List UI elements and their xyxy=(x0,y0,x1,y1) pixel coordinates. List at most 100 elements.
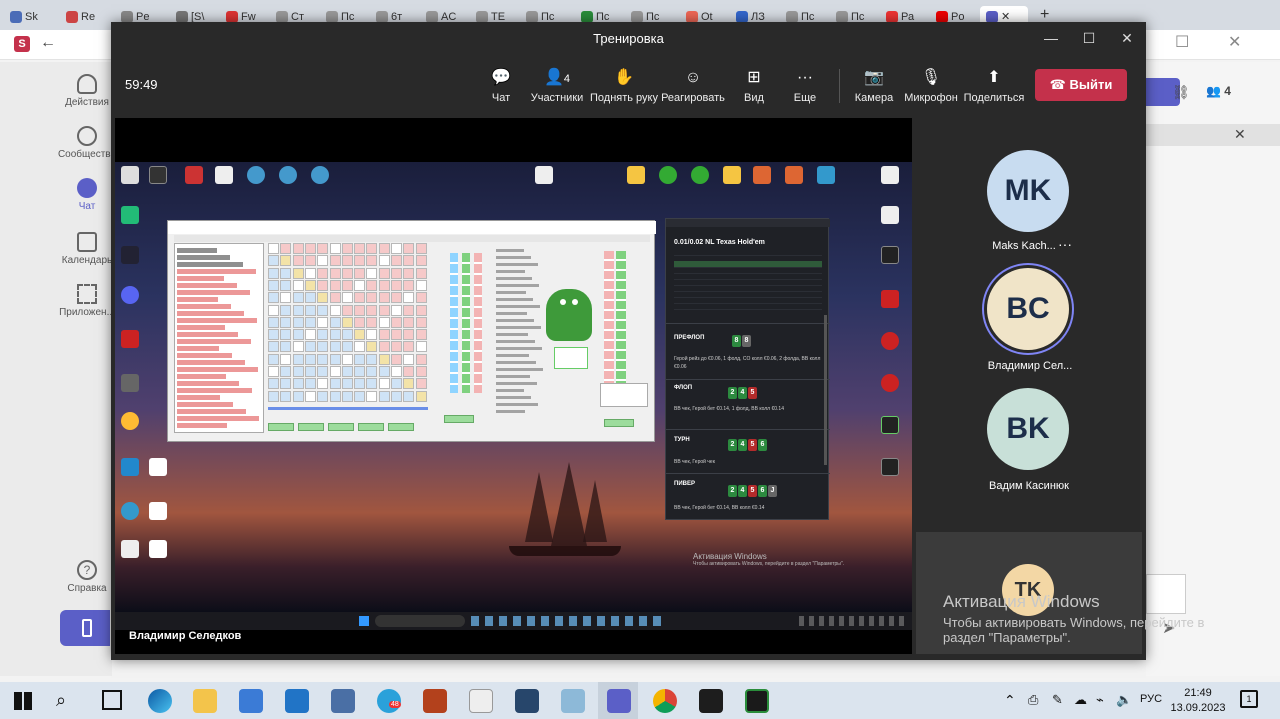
range-cell[interactable] xyxy=(317,292,329,304)
raise-hand-button[interactable]: ✋ Поднять руку xyxy=(589,67,659,104)
range-cell[interactable] xyxy=(391,279,402,291)
range-cell[interactable] xyxy=(366,316,378,328)
range-cell[interactable] xyxy=(415,267,427,279)
rail-item-activity[interactable]: Действия xyxy=(56,74,118,108)
range-cell[interactable] xyxy=(403,267,415,279)
range-cell[interactable] xyxy=(280,316,292,328)
system-clock[interactable]: 21:49 13.09.2023 xyxy=(1168,686,1228,716)
mobile-download-button[interactable] xyxy=(60,610,110,646)
range-cell[interactable] xyxy=(304,353,316,365)
range-cell[interactable] xyxy=(391,378,402,390)
range-cell[interactable] xyxy=(304,267,316,279)
range-cell[interactable] xyxy=(378,255,390,267)
range-cell[interactable] xyxy=(354,292,366,304)
range-cell[interactable] xyxy=(354,390,366,402)
range-cell[interactable] xyxy=(280,279,292,291)
range-cell[interactable] xyxy=(280,243,292,254)
range-cell[interactable] xyxy=(403,390,415,402)
winrar-icon[interactable] xyxy=(423,689,447,713)
range-cell[interactable] xyxy=(391,304,402,316)
range-cell[interactable] xyxy=(366,341,378,353)
range-cell[interactable] xyxy=(304,390,316,402)
range-cell[interactable] xyxy=(378,353,390,365)
range-cell[interactable] xyxy=(403,316,415,328)
range-cell[interactable] xyxy=(415,366,427,377)
language-indicator[interactable]: РУС xyxy=(1140,693,1162,705)
range-cell[interactable] xyxy=(391,255,402,267)
range-cell[interactable] xyxy=(317,255,329,267)
range-cell[interactable] xyxy=(292,255,304,267)
range-cell[interactable] xyxy=(329,255,341,267)
range-cell[interactable] xyxy=(317,366,329,377)
range-cell[interactable] xyxy=(415,304,427,316)
range-cell[interactable] xyxy=(304,378,316,390)
range-cell[interactable] xyxy=(366,255,378,267)
range-cell[interactable] xyxy=(341,341,353,353)
browser-tab[interactable]: Re xyxy=(60,6,106,28)
board-card-grid[interactable] xyxy=(432,243,486,403)
network-icon[interactable]: ⌁ xyxy=(1096,692,1104,708)
range-cell[interactable] xyxy=(268,255,279,267)
range-cell[interactable] xyxy=(378,304,390,316)
range-cell[interactable] xyxy=(329,304,341,316)
more-button[interactable]: ··· Еще xyxy=(773,67,837,104)
range-cell[interactable] xyxy=(268,329,279,341)
range-cell[interactable] xyxy=(268,243,279,254)
range-cell[interactable] xyxy=(415,390,427,402)
range-cell[interactable] xyxy=(403,341,415,353)
camera-button[interactable]: 📷 Камера xyxy=(842,67,906,104)
range-cell[interactable] xyxy=(354,341,366,353)
range-cell[interactable] xyxy=(391,341,402,353)
range-cell[interactable] xyxy=(391,353,402,365)
range-cell[interactable] xyxy=(292,341,304,353)
range-cell[interactable] xyxy=(378,341,390,353)
range-cell[interactable] xyxy=(403,243,415,254)
range-cell[interactable] xyxy=(292,390,304,402)
range-cell[interactable] xyxy=(354,279,366,291)
notification-center-icon[interactable]: 1 xyxy=(1240,690,1258,708)
maximize-icon[interactable]: ☐ xyxy=(1079,28,1099,48)
search-icon[interactable]: ⌕ xyxy=(56,690,66,711)
range-cell[interactable] xyxy=(329,243,341,254)
avatar[interactable]: MK xyxy=(987,150,1069,232)
edge-icon[interactable] xyxy=(148,689,172,713)
range-cell[interactable] xyxy=(292,243,304,254)
range-cell[interactable] xyxy=(304,243,316,254)
range-cell[interactable] xyxy=(354,329,366,341)
range-cell[interactable] xyxy=(415,329,427,341)
range-cell[interactable] xyxy=(366,279,378,291)
range-cell[interactable] xyxy=(317,353,329,365)
range-cell[interactable] xyxy=(329,267,341,279)
range-cell[interactable] xyxy=(268,390,279,402)
range-cell[interactable] xyxy=(304,255,316,267)
participants-button[interactable]: 👤4 Участники xyxy=(525,67,589,104)
range-cell[interactable] xyxy=(304,316,316,328)
range-cell[interactable] xyxy=(268,267,279,279)
range-cell[interactable] xyxy=(329,390,341,402)
range-cell[interactable] xyxy=(341,329,353,341)
react-button[interactable]: ☺ Реагировать xyxy=(661,67,725,104)
range-cell[interactable] xyxy=(304,329,316,341)
range-cell[interactable] xyxy=(268,279,279,291)
range-slider[interactable] xyxy=(268,407,428,410)
range-cell[interactable] xyxy=(415,353,427,365)
range-cell[interactable] xyxy=(329,341,341,353)
range-cell[interactable] xyxy=(403,366,415,377)
range-cell[interactable] xyxy=(280,292,292,304)
range-cell[interactable] xyxy=(366,329,378,341)
chrome-icon[interactable] xyxy=(653,689,677,713)
range-cell[interactable] xyxy=(329,366,341,377)
minimize-icon[interactable]: — xyxy=(1041,28,1061,48)
range-cell[interactable] xyxy=(317,316,329,328)
range-cell[interactable] xyxy=(415,316,427,328)
range-cell[interactable] xyxy=(329,292,341,304)
range-cell[interactable] xyxy=(354,316,366,328)
store-icon[interactable] xyxy=(239,689,263,713)
range-grid[interactable] xyxy=(268,243,430,403)
link-icon[interactable]: ⛓ xyxy=(1172,84,1190,101)
range-cell[interactable] xyxy=(366,390,378,402)
range-cell[interactable] xyxy=(378,292,390,304)
range-cell[interactable] xyxy=(317,304,329,316)
range-cell[interactable] xyxy=(280,267,292,279)
range-cell[interactable] xyxy=(292,353,304,365)
